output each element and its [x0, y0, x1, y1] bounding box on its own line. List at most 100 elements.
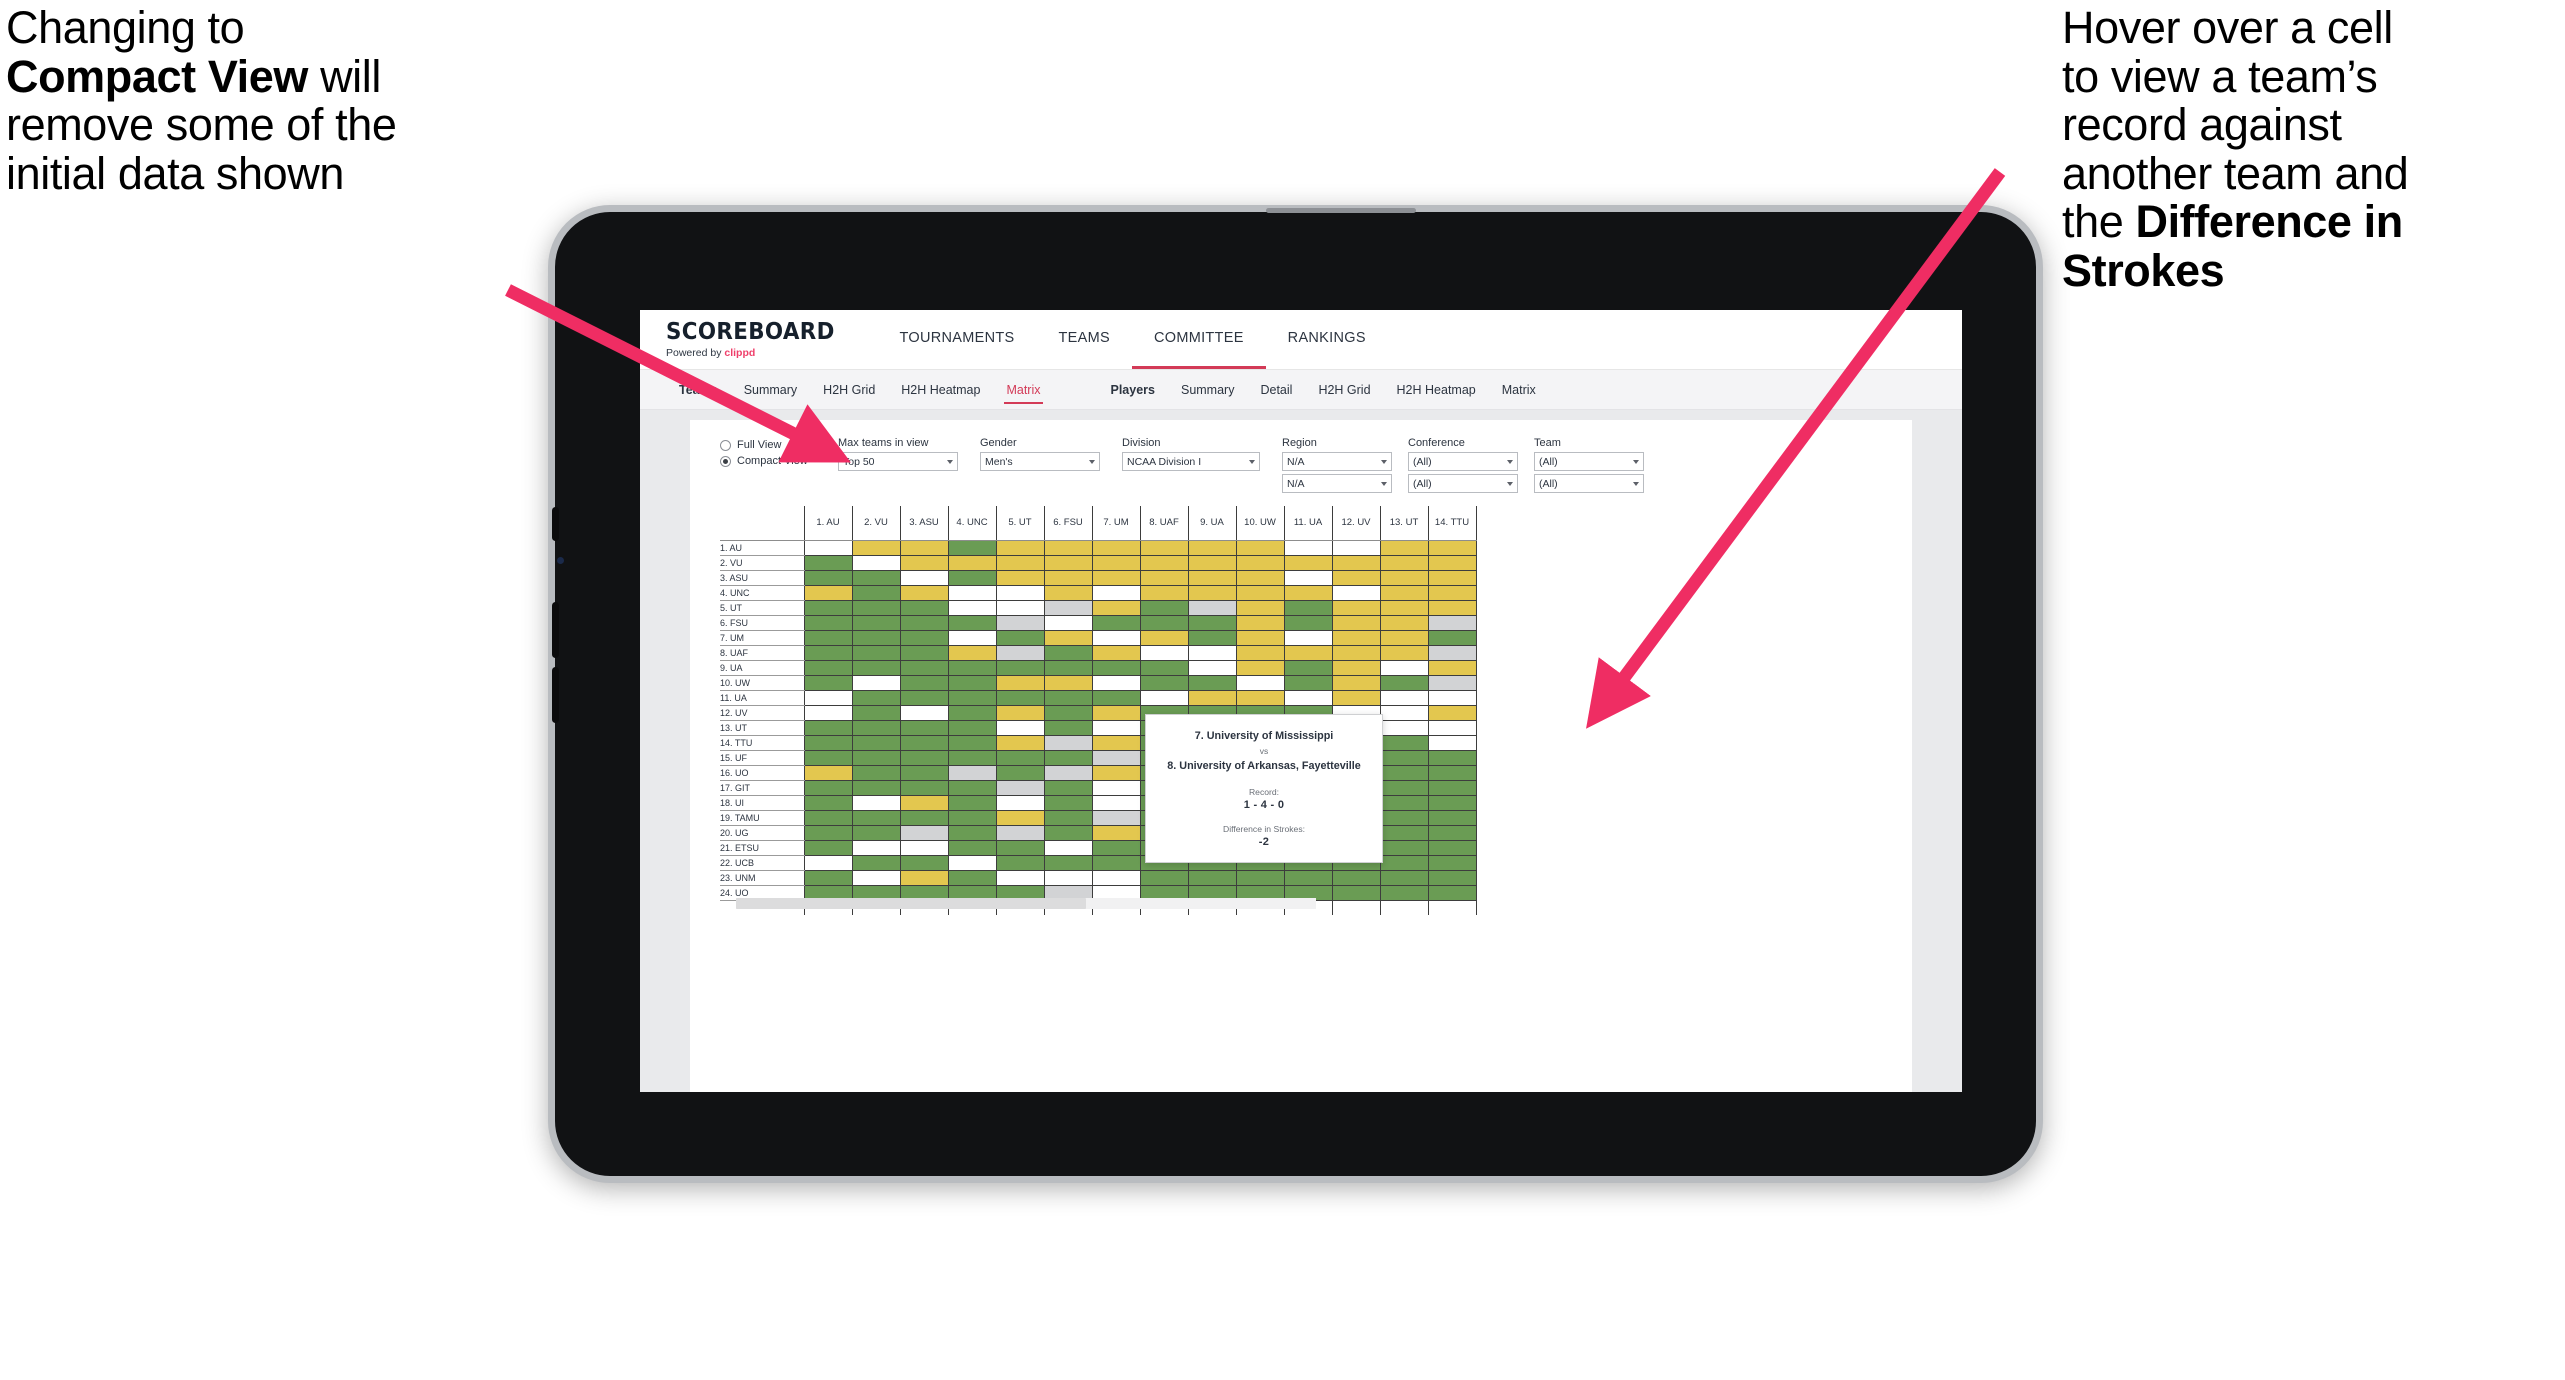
matrix-cell-r11-c7[interactable]	[1092, 690, 1141, 706]
matrix-cell-r9-c11[interactable]	[1284, 660, 1333, 676]
matrix-cell-r6-c4[interactable]	[948, 615, 997, 631]
matrix-cell-r13-c4[interactable]	[948, 720, 997, 736]
matrix-cell-r18-c4[interactable]	[948, 795, 997, 811]
device-volume-up-button[interactable]	[552, 602, 559, 658]
matrix-cell-r9-c4[interactable]	[948, 660, 997, 676]
matrix-row-header-14[interactable]: 14. TTU	[720, 735, 805, 751]
matrix-cell-r2-c11[interactable]	[1284, 555, 1333, 571]
matrix-cell-r4-c7[interactable]	[1092, 585, 1141, 601]
matrix-cell-r8-c1[interactable]	[804, 645, 853, 661]
matrix-cell-r6-c6[interactable]	[1044, 615, 1093, 631]
subnav-players-h2h-grid[interactable]: H2H Grid	[1305, 370, 1383, 409]
matrix-cell-r4-c8[interactable]	[1140, 585, 1189, 601]
matrix-cell-r18-c2[interactable]	[852, 795, 901, 811]
matrix-cell-r15-c1[interactable]	[804, 750, 853, 766]
matrix-cell-r23-c5[interactable]	[996, 870, 1045, 886]
matrix-row-header-12[interactable]: 12. UV	[720, 705, 805, 721]
matrix-row-header-6[interactable]: 6. FSU	[720, 615, 805, 631]
matrix-cell-r20-c5[interactable]	[996, 825, 1045, 841]
matrix-cell-r19-c4[interactable]	[948, 810, 997, 826]
matrix-cell-r2-c1[interactable]	[804, 555, 853, 571]
matrix-cell-r10-c8[interactable]	[1140, 675, 1189, 691]
matrix-cell-r1-c5[interactable]	[996, 540, 1045, 556]
matrix-col-header-3[interactable]: 3. ASU	[900, 506, 949, 541]
matrix-cell-r17-c7[interactable]	[1092, 780, 1141, 796]
matrix-cell-r23-c1[interactable]	[804, 870, 853, 886]
matrix-cell-r6-c5[interactable]	[996, 615, 1045, 631]
matrix-row-header-3[interactable]: 3. ASU	[720, 570, 805, 586]
matrix-cell-r9-c10[interactable]	[1236, 660, 1285, 676]
matrix-cell-r21-c13[interactable]	[1380, 840, 1429, 856]
matrix-cell-r3-c5[interactable]	[996, 570, 1045, 586]
matrix-cell-r1-c3[interactable]	[900, 540, 949, 556]
matrix-cell-r11-c1[interactable]	[804, 690, 853, 706]
matrix-cell-r6-c13[interactable]	[1380, 615, 1429, 631]
matrix-col-header-13[interactable]: 13. UT	[1380, 506, 1429, 541]
matrix-cell-r10-c13[interactable]	[1380, 675, 1429, 691]
matrix-row-header-2[interactable]: 2. VU	[720, 555, 805, 571]
matrix-cell-r10-c1[interactable]	[804, 675, 853, 691]
matrix-cell-r7-c5[interactable]	[996, 630, 1045, 646]
matrix-cell-r4-c3[interactable]	[900, 585, 949, 601]
matrix-cell-r22-c1[interactable]	[804, 855, 853, 871]
matrix-cell-r11-c3[interactable]	[900, 690, 949, 706]
matrix-cell-r10-c5[interactable]	[996, 675, 1045, 691]
subnav-teams-h2h-heatmap[interactable]: H2H Heatmap	[888, 370, 993, 409]
matrix-cell-r1-c12[interactable]	[1332, 540, 1381, 556]
matrix-cell-r8-c8[interactable]	[1140, 645, 1189, 661]
matrix-cell-r15-c2[interactable]	[852, 750, 901, 766]
filter-conference-select-1[interactable]: (All)	[1408, 452, 1518, 471]
matrix-cell-r9-c6[interactable]	[1044, 660, 1093, 676]
matrix-cell-r16-c5[interactable]	[996, 765, 1045, 781]
matrix-cell-r22-c3[interactable]	[900, 855, 949, 871]
matrix-cell-r7-c13[interactable]	[1380, 630, 1429, 646]
matrix-cell-r1-c11[interactable]	[1284, 540, 1333, 556]
matrix-cell-r4-c11[interactable]	[1284, 585, 1333, 601]
subnav-teams-h2h-grid[interactable]: H2H Grid	[810, 370, 888, 409]
matrix-cell-r14-c14[interactable]	[1428, 735, 1477, 751]
matrix-cell-r23-c7[interactable]	[1092, 870, 1141, 886]
matrix-cell-r11-c13[interactable]	[1380, 690, 1429, 706]
matrix-cell-r10-c2[interactable]	[852, 675, 901, 691]
matrix-cell-r16-c6[interactable]	[1044, 765, 1093, 781]
matrix-cell-r7-c2[interactable]	[852, 630, 901, 646]
matrix-cell-r20-c2[interactable]	[852, 825, 901, 841]
matrix-cell-r23-c14[interactable]	[1428, 870, 1477, 886]
matrix-row-header-17[interactable]: 17. GIT	[720, 780, 805, 796]
matrix-cell-r23-c3[interactable]	[900, 870, 949, 886]
matrix-cell-r8-c12[interactable]	[1332, 645, 1381, 661]
matrix-cell-r11-c6[interactable]	[1044, 690, 1093, 706]
matrix-cell-r22-c4[interactable]	[948, 855, 997, 871]
matrix-cell-r12-c3[interactable]	[900, 705, 949, 721]
matrix-row-header-9[interactable]: 9. UA	[720, 660, 805, 676]
matrix-cell-r1-c10[interactable]	[1236, 540, 1285, 556]
matrix-row-header-19[interactable]: 19. TAMU	[720, 810, 805, 826]
matrix-cell-r9-c2[interactable]	[852, 660, 901, 676]
matrix-cell-r5-c1[interactable]	[804, 600, 853, 616]
matrix-cell-r9-c13[interactable]	[1380, 660, 1429, 676]
matrix-cell-r12-c6[interactable]	[1044, 705, 1093, 721]
subnav-players-matrix[interactable]: Matrix	[1489, 370, 1549, 409]
matrix-cell-r17-c1[interactable]	[804, 780, 853, 796]
matrix-cell-r4-c9[interactable]	[1188, 585, 1237, 601]
matrix-cell-r2-c8[interactable]	[1140, 555, 1189, 571]
matrix-cell-r3-c11[interactable]	[1284, 570, 1333, 586]
matrix-cell-r5-c13[interactable]	[1380, 600, 1429, 616]
matrix-cell-r15-c4[interactable]	[948, 750, 997, 766]
matrix-cell-r3-c14[interactable]	[1428, 570, 1477, 586]
matrix-cell-r7-c10[interactable]	[1236, 630, 1285, 646]
matrix-cell-r1-c7[interactable]	[1092, 540, 1141, 556]
matrix-cell-r7-c6[interactable]	[1044, 630, 1093, 646]
matrix-col-header-8[interactable]: 8. UAF	[1140, 506, 1189, 541]
matrix-row-header-11[interactable]: 11. UA	[720, 690, 805, 706]
matrix-cell-r14-c7[interactable]	[1092, 735, 1141, 751]
matrix-cell-r15-c14[interactable]	[1428, 750, 1477, 766]
matrix-cell-r8-c10[interactable]	[1236, 645, 1285, 661]
matrix-cell-r18-c3[interactable]	[900, 795, 949, 811]
matrix-cell-r20-c13[interactable]	[1380, 825, 1429, 841]
matrix-cell-r6-c7[interactable]	[1092, 615, 1141, 631]
matrix-cell-r5-c6[interactable]	[1044, 600, 1093, 616]
matrix-cell-r6-c14[interactable]	[1428, 615, 1477, 631]
filter-region-select-1[interactable]: N/A	[1282, 452, 1392, 471]
matrix-cell-r6-c9[interactable]	[1188, 615, 1237, 631]
